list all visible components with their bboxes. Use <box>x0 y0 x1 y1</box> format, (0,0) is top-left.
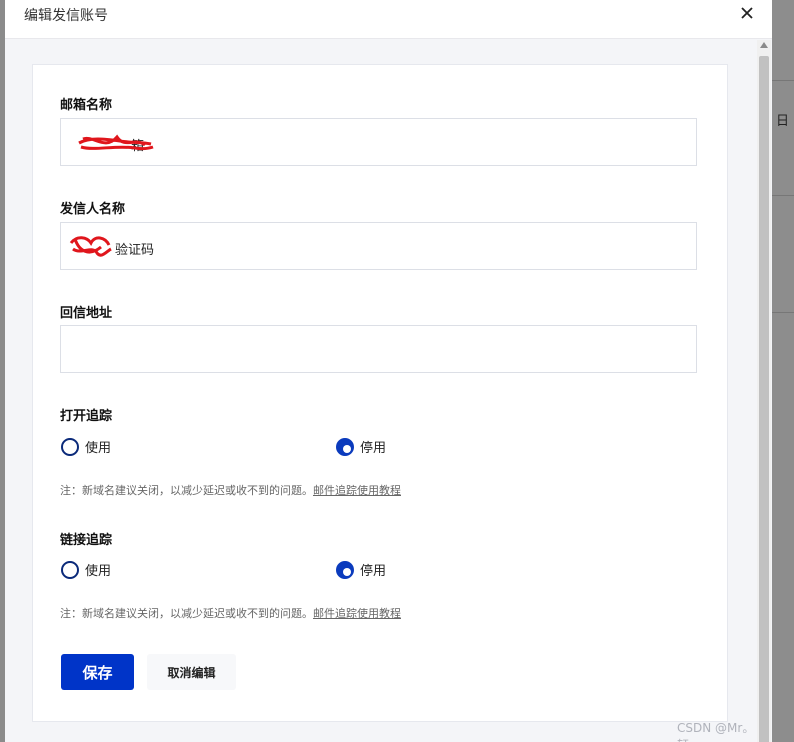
redaction-scribble-icon <box>78 134 154 151</box>
email-name-input[interactable]: 箱 <box>60 118 697 166</box>
background-divider <box>772 312 794 313</box>
sender-name-value: 验证码 <box>115 243 155 258</box>
note-text: 注：新域名建议关闭，以减少延迟或收不到的问题。 <box>60 607 313 620</box>
background-divider <box>772 195 794 196</box>
radio-label: 停用 <box>360 564 387 579</box>
link-tracking-note: 注：新域名建议关闭，以减少延迟或收不到的问题。邮件追踪使用教程 <box>60 605 401 621</box>
email-name-label: 邮箱名称 <box>60 98 113 113</box>
redaction-scribble-icon <box>69 236 112 257</box>
watermark: CSDN @Mr。轩。 <box>677 721 755 742</box>
note-text: 注：新域名建议关闭，以减少延迟或收不到的问题。 <box>60 484 313 497</box>
edit-sender-dialog: 编辑发信账号 邮箱名称 箱 发信人名称 验证码 回信地址 打开追踪 使用 停用 … <box>5 0 772 742</box>
link-tracking-label: 链接追踪 <box>60 533 113 548</box>
tracking-tutorial-link[interactable]: 邮件追踪使用教程 <box>313 607 401 620</box>
close-icon <box>741 7 753 19</box>
scroll-thumb[interactable] <box>759 56 769 742</box>
radio-label: 使用 <box>85 441 112 456</box>
radio-label: 使用 <box>85 564 112 579</box>
tracking-tutorial-link[interactable]: 邮件追踪使用教程 <box>313 484 401 497</box>
scroll-up-icon[interactable] <box>760 42 768 48</box>
open-tracking-label: 打开追踪 <box>60 409 113 424</box>
radio-unchecked-icon <box>61 437 79 456</box>
link-tracking-disable-radio[interactable]: 停用 <box>336 560 386 579</box>
radio-label: 停用 <box>360 441 387 456</box>
open-tracking-disable-radio[interactable]: 停用 <box>336 437 386 456</box>
radio-checked-icon <box>336 437 354 456</box>
save-button[interactable]: 保存 <box>61 654 134 690</box>
dialog-title: 编辑发信账号 <box>24 8 108 24</box>
open-tracking-enable-radio[interactable]: 使用 <box>61 437 111 456</box>
background-divider <box>772 80 794 81</box>
sender-name-input[interactable]: 验证码 <box>60 222 697 270</box>
link-tracking-enable-radio[interactable]: 使用 <box>61 560 111 579</box>
cancel-edit-button[interactable]: 取消编辑 <box>147 654 236 690</box>
reply-address-label: 回信地址 <box>60 306 113 321</box>
form-card: 邮箱名称 箱 发信人名称 验证码 回信地址 打开追踪 使用 停用 注：新域名建议… <box>32 64 728 722</box>
close-button[interactable] <box>736 2 758 24</box>
sender-name-label: 发信人名称 <box>60 202 126 217</box>
open-tracking-note: 注：新域名建议关闭，以减少延迟或收不到的问题。邮件追踪使用教程 <box>60 482 401 498</box>
radio-unchecked-icon <box>61 560 79 579</box>
background-text: 日 <box>776 114 790 129</box>
radio-checked-icon <box>336 560 354 579</box>
scrollbar[interactable] <box>757 40 771 742</box>
dialog-header: 编辑发信账号 <box>5 0 772 39</box>
reply-address-input[interactable] <box>60 325 697 373</box>
